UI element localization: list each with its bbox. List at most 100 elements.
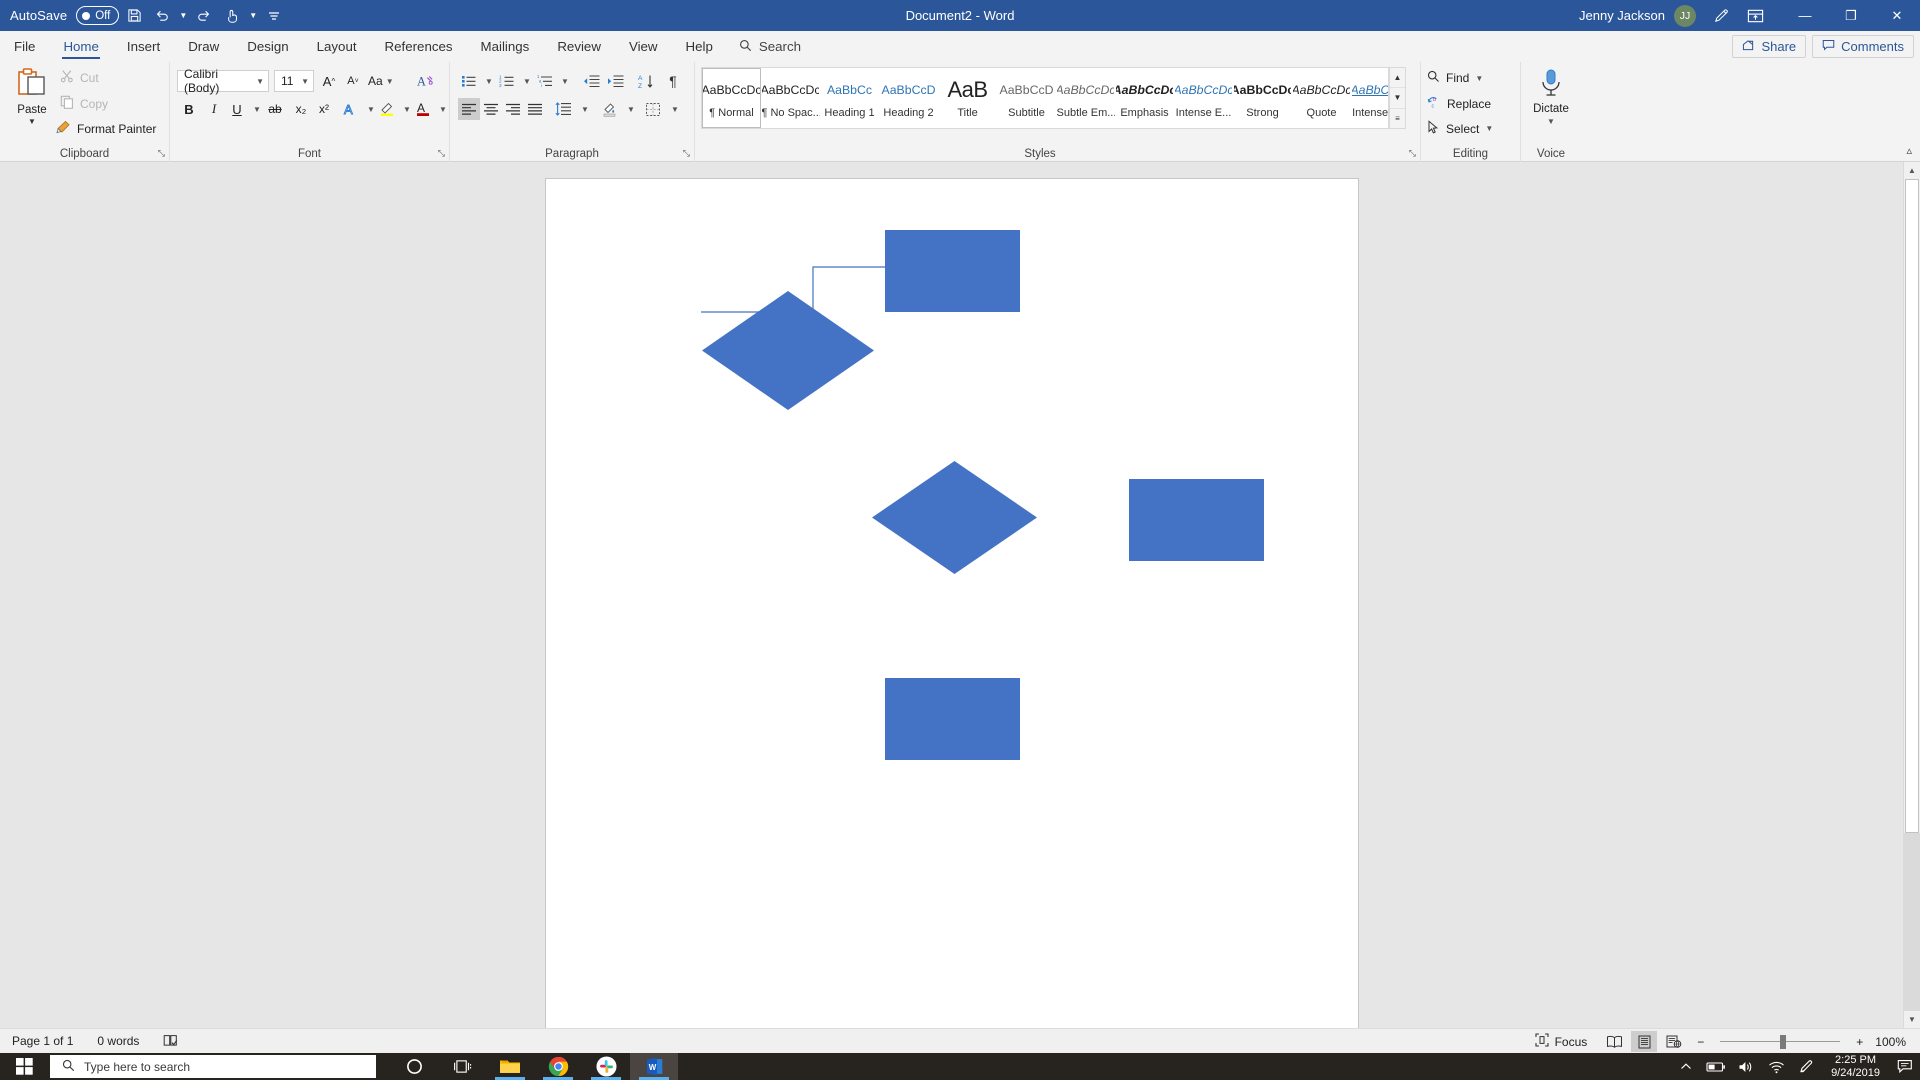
action-center-icon[interactable]	[1890, 1053, 1920, 1080]
touch-mode-dropdown-caret-icon[interactable]: ▼	[247, 3, 259, 29]
style-item-intense-emphasis[interactable]: AaBbCcDc Intense E...	[1174, 68, 1233, 128]
slack-icon[interactable]	[582, 1053, 630, 1080]
shape-diamond-top[interactable]	[702, 291, 874, 410]
line-spacing-caret-icon[interactable]: ▼	[574, 98, 596, 120]
windows-start-icon[interactable]	[0, 1053, 48, 1080]
align-left-icon[interactable]	[458, 98, 480, 120]
scrollbar-thumb[interactable]	[1905, 179, 1919, 833]
vertical-scrollbar[interactable]: ▲ ▼	[1903, 162, 1920, 1028]
taskbar-clock[interactable]: 2:25 PM 9/24/2019	[1821, 1053, 1890, 1080]
styles-scroll-down-button[interactable]: ▼	[1390, 88, 1405, 109]
zoom-in-button[interactable]: +	[1850, 1029, 1869, 1054]
save-icon[interactable]	[121, 3, 147, 29]
tab-draw[interactable]: Draw	[174, 31, 233, 62]
google-chrome-icon[interactable]	[534, 1053, 582, 1080]
multilevel-list-icon[interactable]: 1ai	[534, 70, 556, 92]
tab-help[interactable]: Help	[672, 31, 727, 62]
restore-button[interactable]: ❐	[1828, 0, 1874, 31]
word-count[interactable]: 0 words	[85, 1029, 151, 1054]
tab-home[interactable]: Home	[49, 31, 112, 62]
line-spacing-icon[interactable]	[552, 98, 574, 120]
battery-icon[interactable]	[1701, 1053, 1731, 1080]
bold-button[interactable]: B	[178, 98, 200, 120]
autosave-toggle[interactable]: Off	[76, 6, 120, 25]
find-caret-icon[interactable]: ▼	[1475, 74, 1483, 83]
zoom-slider[interactable]	[1720, 1031, 1841, 1052]
subscript-button[interactable]: x₂	[290, 98, 312, 120]
tab-view[interactable]: View	[615, 31, 672, 62]
document-canvas[interactable]: ▲ ▼	[0, 162, 1920, 1038]
paste-dropdown-caret-icon[interactable]: ▼	[28, 117, 36, 126]
style-item-strong[interactable]: AaBbCcDc Strong	[1233, 68, 1292, 128]
format-painter-button[interactable]: Format Painter	[56, 120, 156, 138]
grow-font-button[interactable]: A ^	[318, 70, 340, 92]
page-indicator[interactable]: Page 1 of 1	[0, 1029, 85, 1054]
font-name-caret-icon[interactable]: ▼	[256, 77, 264, 86]
redo-icon[interactable]	[191, 3, 217, 29]
clipboard-dialog-launcher[interactable]: ⤡	[158, 148, 165, 159]
style-item-heading-1[interactable]: AaBbCc Heading 1	[820, 68, 879, 128]
styles-scroll-up-button[interactable]: ▲	[1390, 68, 1405, 89]
avatar[interactable]: JJ	[1674, 4, 1696, 27]
style-item-quote[interactable]: AaBbCcDc Quote	[1292, 68, 1351, 128]
font-color-icon[interactable]: A	[412, 98, 434, 120]
scroll-up-arrow-icon[interactable]: ▲	[1903, 162, 1920, 179]
touch-mode-icon[interactable]	[219, 3, 245, 29]
strikethrough-button[interactable]: ab	[264, 98, 286, 120]
change-case-caret-icon[interactable]: ▼	[386, 77, 394, 86]
style-item-emphasis[interactable]: AaBbCcDc Emphasis	[1115, 68, 1174, 128]
dictate-button[interactable]: Dictate ▼	[1521, 68, 1581, 126]
style-item-subtitle[interactable]: AaBbCcD Subtitle	[997, 68, 1056, 128]
document-page[interactable]	[545, 178, 1359, 1038]
styles-more-button[interactable]: ≡	[1390, 109, 1405, 128]
tab-review[interactable]: Review	[543, 31, 615, 62]
focus-mode-button[interactable]: Focus	[1525, 1029, 1598, 1054]
multilevel-caret-icon[interactable]: ▼	[554, 70, 576, 92]
show-hidden-icons-chevron[interactable]	[1671, 1053, 1701, 1080]
style-item-normal[interactable]: AaBbCcDc ¶ Normal	[702, 68, 761, 128]
customize-quick-access-icon[interactable]	[261, 3, 287, 29]
cortana-icon[interactable]	[390, 1053, 438, 1080]
shading-icon[interactable]	[598, 98, 620, 120]
replace-button[interactable]: bc Replace	[1427, 95, 1491, 112]
borders-caret-icon[interactable]: ▼	[664, 98, 686, 120]
undo-icon[interactable]	[149, 3, 175, 29]
print-layout-icon[interactable]	[1631, 1031, 1658, 1052]
tab-mailings[interactable]: Mailings	[467, 31, 544, 62]
shading-caret-icon[interactable]: ▼	[620, 98, 642, 120]
find-button[interactable]: Find ▼	[1427, 70, 1483, 86]
style-item-heading-2[interactable]: AaBbCcD Heading 2	[879, 68, 938, 128]
align-center-icon[interactable]	[480, 98, 502, 120]
tab-insert[interactable]: Insert	[113, 31, 174, 62]
cut-button[interactable]: Cut	[60, 69, 99, 86]
select-caret-icon[interactable]: ▼	[1485, 124, 1493, 133]
text-effects-icon[interactable]: A	[340, 98, 362, 120]
show-formatting-marks-icon[interactable]: ¶	[662, 70, 684, 92]
undo-dropdown-caret-icon[interactable]: ▼	[177, 3, 189, 29]
bullet-list-icon[interactable]	[458, 70, 480, 92]
ribbon-display-options-icon[interactable]	[1742, 3, 1768, 29]
close-button[interactable]: ✕	[1874, 0, 1920, 31]
underline-button[interactable]: U	[226, 98, 248, 120]
change-case-button[interactable]: Aa ▼	[368, 70, 394, 92]
collapse-ribbon-icon[interactable]: ▵	[1906, 144, 1912, 157]
font-name-input[interactable]: Calibri (Body) ▼	[177, 67, 269, 95]
text-highlight-icon[interactable]	[376, 98, 398, 120]
font-dialog-launcher[interactable]: ⤡	[438, 148, 445, 159]
decrease-indent-icon[interactable]	[580, 70, 602, 92]
superscript-button[interactable]: x²	[313, 98, 335, 120]
volume-icon[interactable]	[1731, 1053, 1761, 1080]
italic-button[interactable]: I	[203, 98, 225, 120]
style-item-intense-quote[interactable]: AaBbCcDc Intense Q...	[1351, 68, 1388, 128]
microsoft-word-icon[interactable]: W	[630, 1053, 678, 1080]
zoom-out-button[interactable]: −	[1691, 1029, 1710, 1054]
shape-diamond-middle[interactable]	[872, 461, 1037, 574]
justify-icon[interactable]	[524, 98, 546, 120]
proofing-errors-icon[interactable]	[151, 1029, 190, 1054]
scrollbar-track[interactable]	[1903, 833, 1920, 1011]
minimize-button[interactable]: —	[1782, 0, 1828, 31]
increase-indent-icon[interactable]	[604, 70, 626, 92]
align-right-icon[interactable]	[502, 98, 524, 120]
select-button[interactable]: Select ▼	[1427, 120, 1493, 137]
ink-pen-icon[interactable]	[1708, 3, 1734, 29]
